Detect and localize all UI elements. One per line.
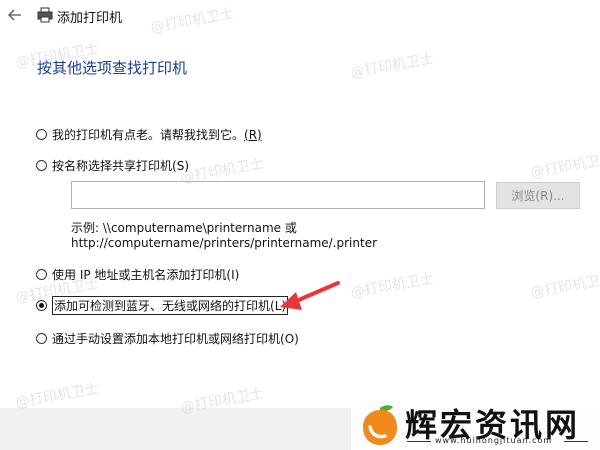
option-label: 添加可检测到蓝牙、无线或网络的打印机 (54, 299, 271, 313)
option-key: (O) (280, 331, 299, 346)
site-url: www.huihongjituan.com (435, 436, 553, 445)
option-label: 通过手动设置添加本地打印机或网络打印机 (52, 332, 281, 346)
printer-icon (37, 7, 53, 23)
radio-old-printer[interactable] (36, 129, 47, 140)
option-label-focus: 添加可检测到蓝牙、无线或网络的打印机(L) (52, 296, 289, 315)
option-label: 使用 IP 地址或主机名添加打印机 (52, 268, 227, 282)
watermark: @打印机卫士 (529, 270, 600, 302)
watermark: @打印机卫士 (349, 50, 435, 82)
option-key: (S) (172, 158, 189, 173)
window-title: 添加打印机 (57, 11, 123, 26)
red-arrow-icon (280, 281, 340, 310)
browse-button[interactable]: 浏览(R)... (496, 182, 580, 209)
divider (407, 441, 431, 442)
radio-manual-settings[interactable] (36, 333, 47, 344)
option-old-printer[interactable]: 我的打印机有点老。请帮我找到它。 (R) (36, 126, 262, 143)
radio-ip-address[interactable] (36, 269, 47, 280)
title-bar: 添加打印机 (0, 0, 600, 32)
option-key: (I) (226, 267, 240, 282)
option-label: 我的打印机有点老。请帮我找到它。 (52, 128, 245, 142)
option-shared-printer[interactable]: 按名称选择共享打印机 (S) (36, 157, 189, 174)
example-line-2: http://computername/printers/printername… (71, 236, 378, 250)
divider (564, 441, 588, 442)
option-label: 按名称选择共享打印机 (52, 159, 173, 173)
page-title: 按其他选项查找打印机 (37, 59, 188, 77)
orange-logo-icon (363, 405, 397, 445)
back-arrow-icon (8, 9, 21, 21)
shared-printer-name-input[interactable] (71, 181, 485, 209)
radio-shared-printer[interactable] (36, 160, 47, 171)
option-detectable-printer[interactable]: 添加可检测到蓝牙、无线或网络的打印机(L) (36, 296, 289, 315)
example-line-1: 示例: \\computername\printername 或 (71, 221, 297, 235)
add-printer-window: 添加打印机 按其他选项查找打印机 我的打印机有点老。请帮我找到它。 (R) 按名… (0, 0, 600, 450)
watermark: @打印机卫士 (349, 270, 435, 302)
site-logo: 辉宏资讯网 www.huihongjituan.com (351, 400, 600, 450)
watermark: @打印机卫士 (14, 380, 100, 412)
radio-detectable-printer[interactable] (36, 300, 47, 311)
back-button[interactable] (8, 6, 22, 24)
watermark: @打印机卫士 (529, 150, 600, 182)
option-manual-settings[interactable]: 通过手动设置添加本地打印机或网络打印机 (O) (36, 330, 299, 347)
option-ip-address[interactable]: 使用 IP 地址或主机名添加打印机 (I) (36, 266, 239, 283)
option-key: (R) (244, 127, 262, 142)
